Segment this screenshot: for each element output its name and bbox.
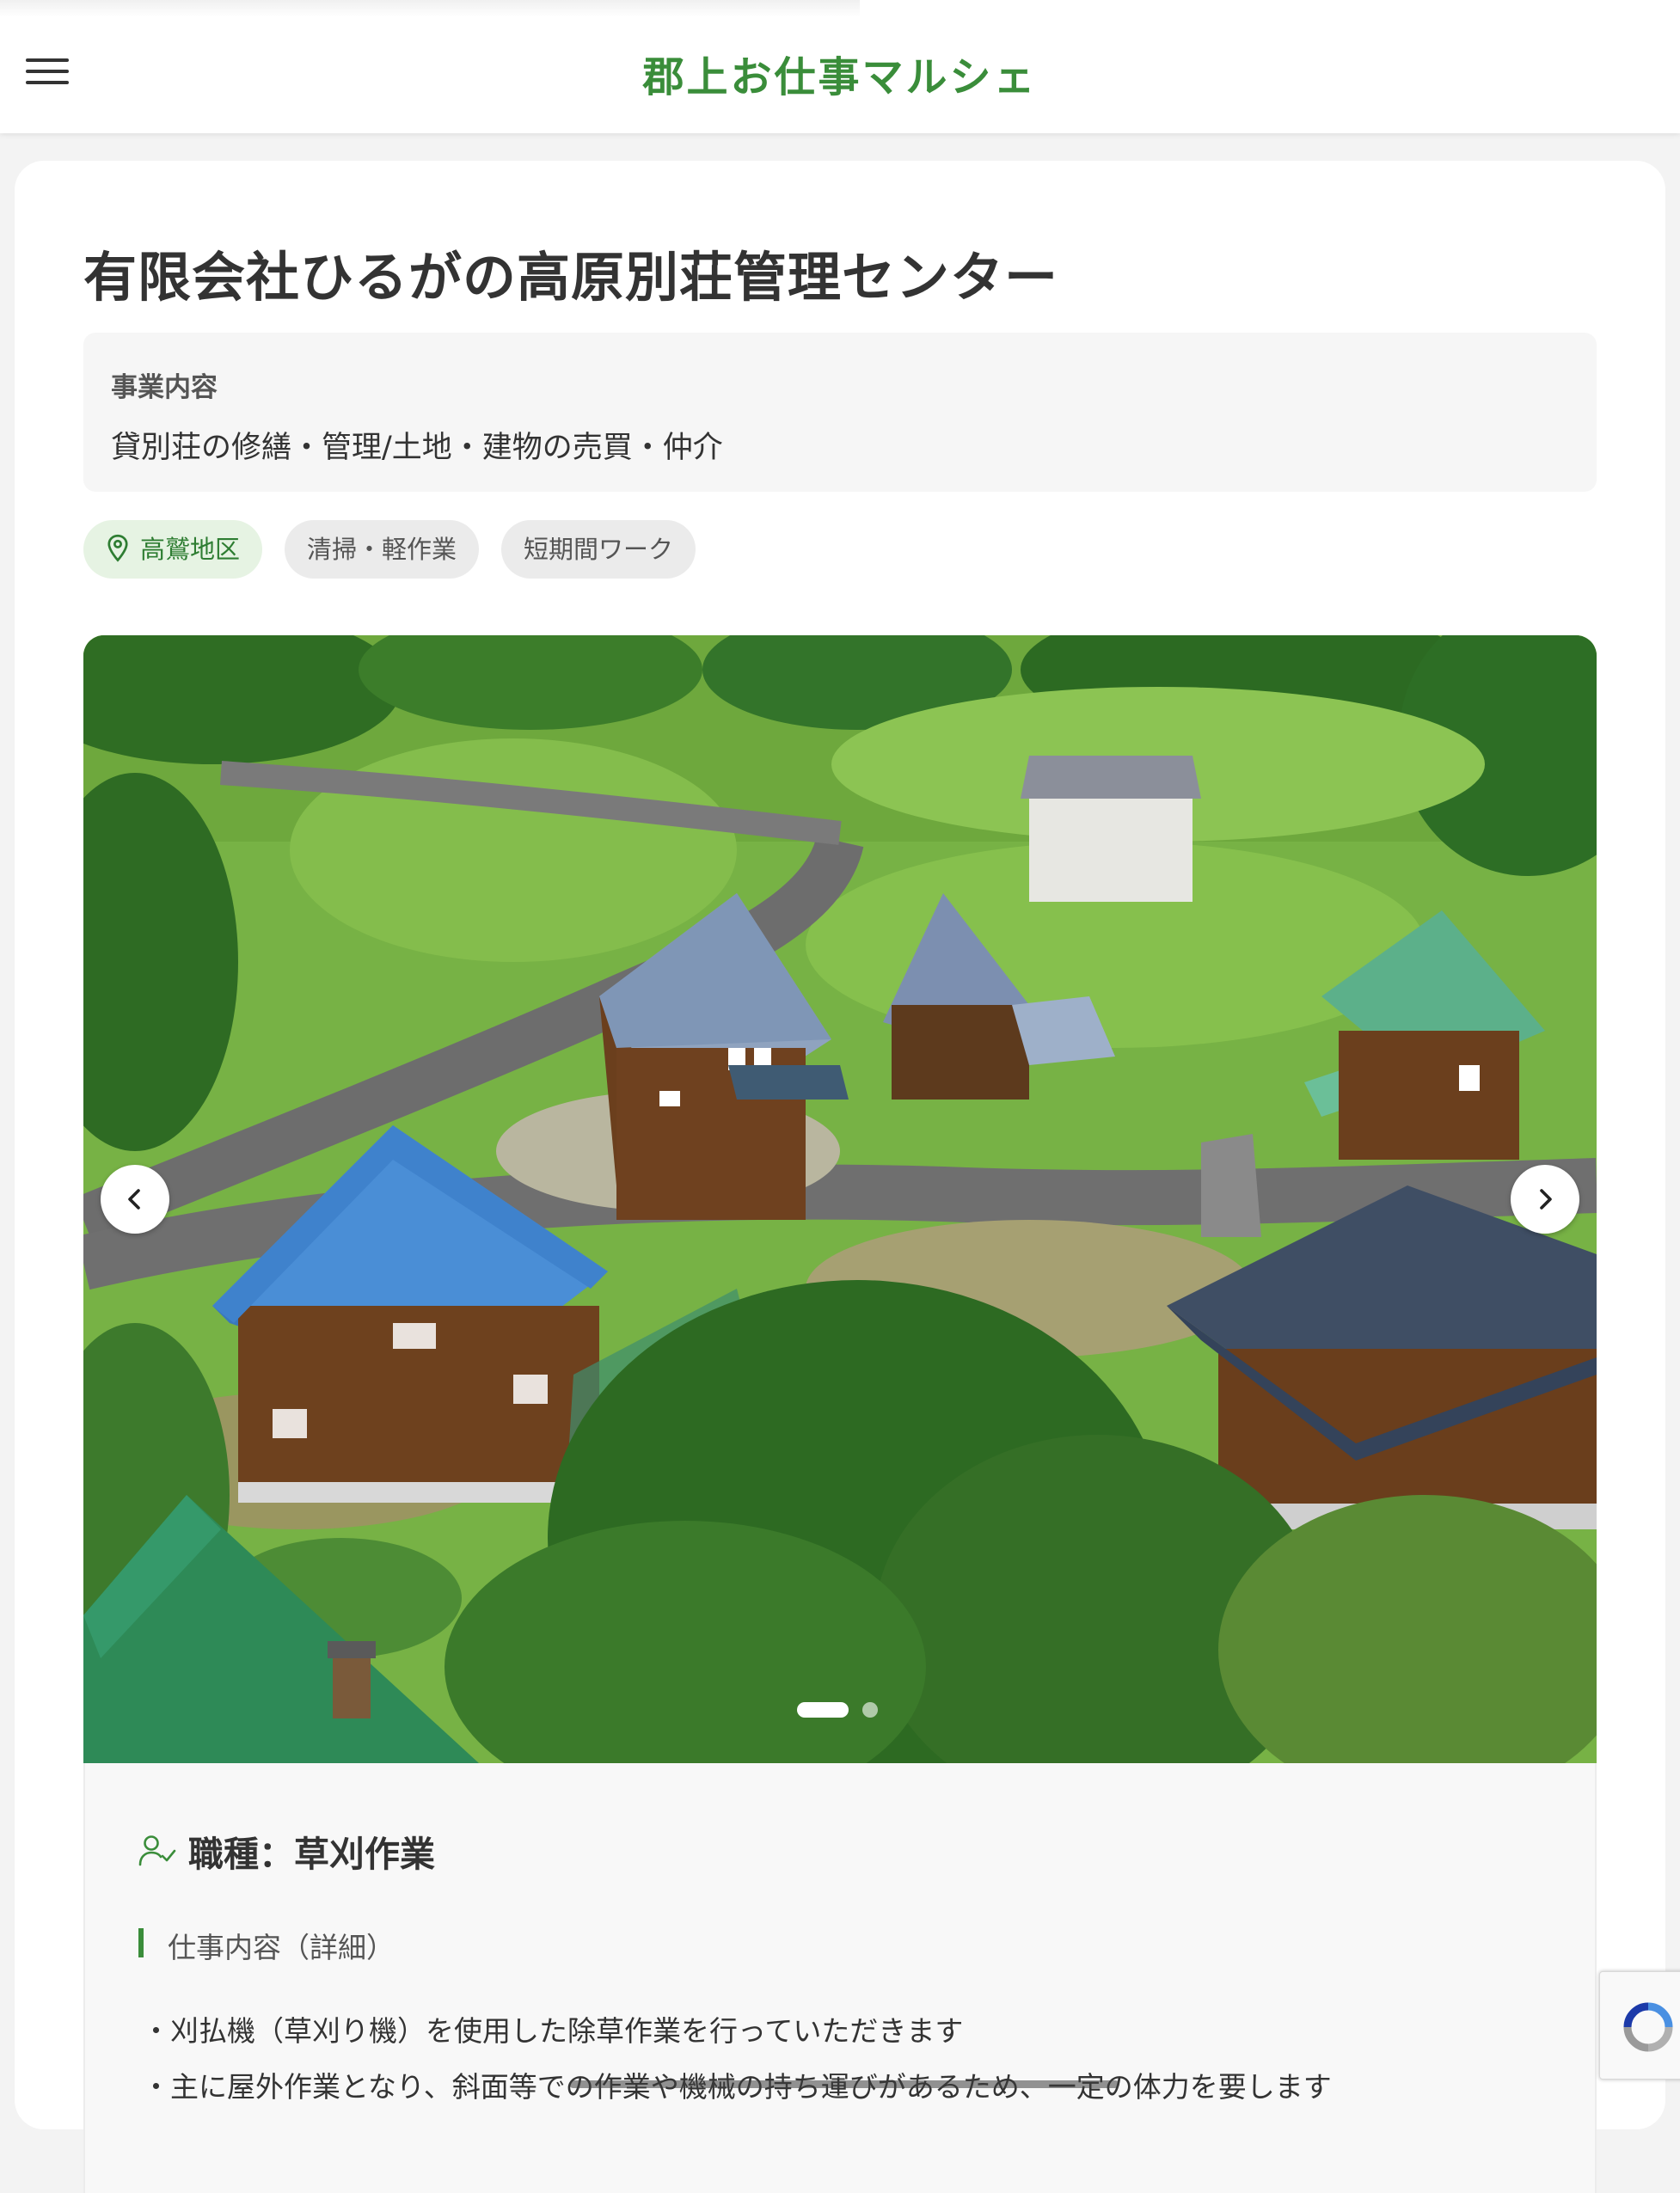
map-pin-icon (107, 534, 128, 562)
tag-duration[interactable]: 短期間ワーク (501, 520, 696, 579)
job-title: 職種：草刈作業 (188, 1834, 435, 1875)
tag-location[interactable]: 高鷲地区 (83, 520, 263, 579)
carousel-dot-1-active[interactable] (797, 1702, 849, 1718)
site-title[interactable]: 郡上お仕事マルシェ (0, 43, 1680, 103)
recaptcha-badge[interactable] (1599, 1971, 1680, 2080)
business-label: 事業内容 (111, 372, 218, 403)
aerial-photo-log-cabins (83, 635, 1597, 1763)
carousel-prev-button[interactable] (101, 1165, 169, 1234)
business-text: 貸別荘の修繕・管理/土地・建物の売買・仲介 (111, 431, 723, 465)
app-header: 郡上お仕事マルシェ (0, 0, 1680, 133)
person-check-icon (138, 1835, 176, 1866)
carousel-dot-2[interactable] (862, 1702, 878, 1718)
carousel-dots (797, 1701, 900, 1720)
section-accent-bar (138, 1928, 144, 1957)
company-name: 有限会社ひるがの高原別荘管理センター (83, 246, 1059, 309)
recaptcha-icon (1623, 2002, 1673, 2052)
job-detail-label: 仕事内容（詳細） (168, 1931, 395, 1964)
photo-carousel[interactable] (83, 635, 1597, 1763)
carousel-next-button[interactable] (1511, 1165, 1579, 1234)
job-detail-line: ・刈払機（草刈り機）を使用した除草作業を行っていただきます (142, 2014, 964, 2048)
chevron-left-icon (128, 1189, 140, 1210)
tag-category[interactable]: 清掃・軽作業 (285, 520, 480, 579)
home-indicator (569, 2080, 1119, 2088)
company-card: 有限会社ひるがの高原別荘管理センター 事業内容 貸別荘の修繕・管理/土地・建物の… (15, 161, 1665, 2193)
business-box: 事業内容 貸別荘の修繕・管理/土地・建物の売買・仲介 (83, 333, 1597, 492)
chevron-right-icon (1540, 1189, 1552, 1210)
job-section: 職種：草刈作業 仕事内容（詳細） ・刈払機（草刈り機）を使用した除草作業を行って… (83, 1763, 1597, 2193)
tag-location-label: 高鷲地区 (140, 535, 241, 564)
header-shadow (0, 0, 860, 17)
